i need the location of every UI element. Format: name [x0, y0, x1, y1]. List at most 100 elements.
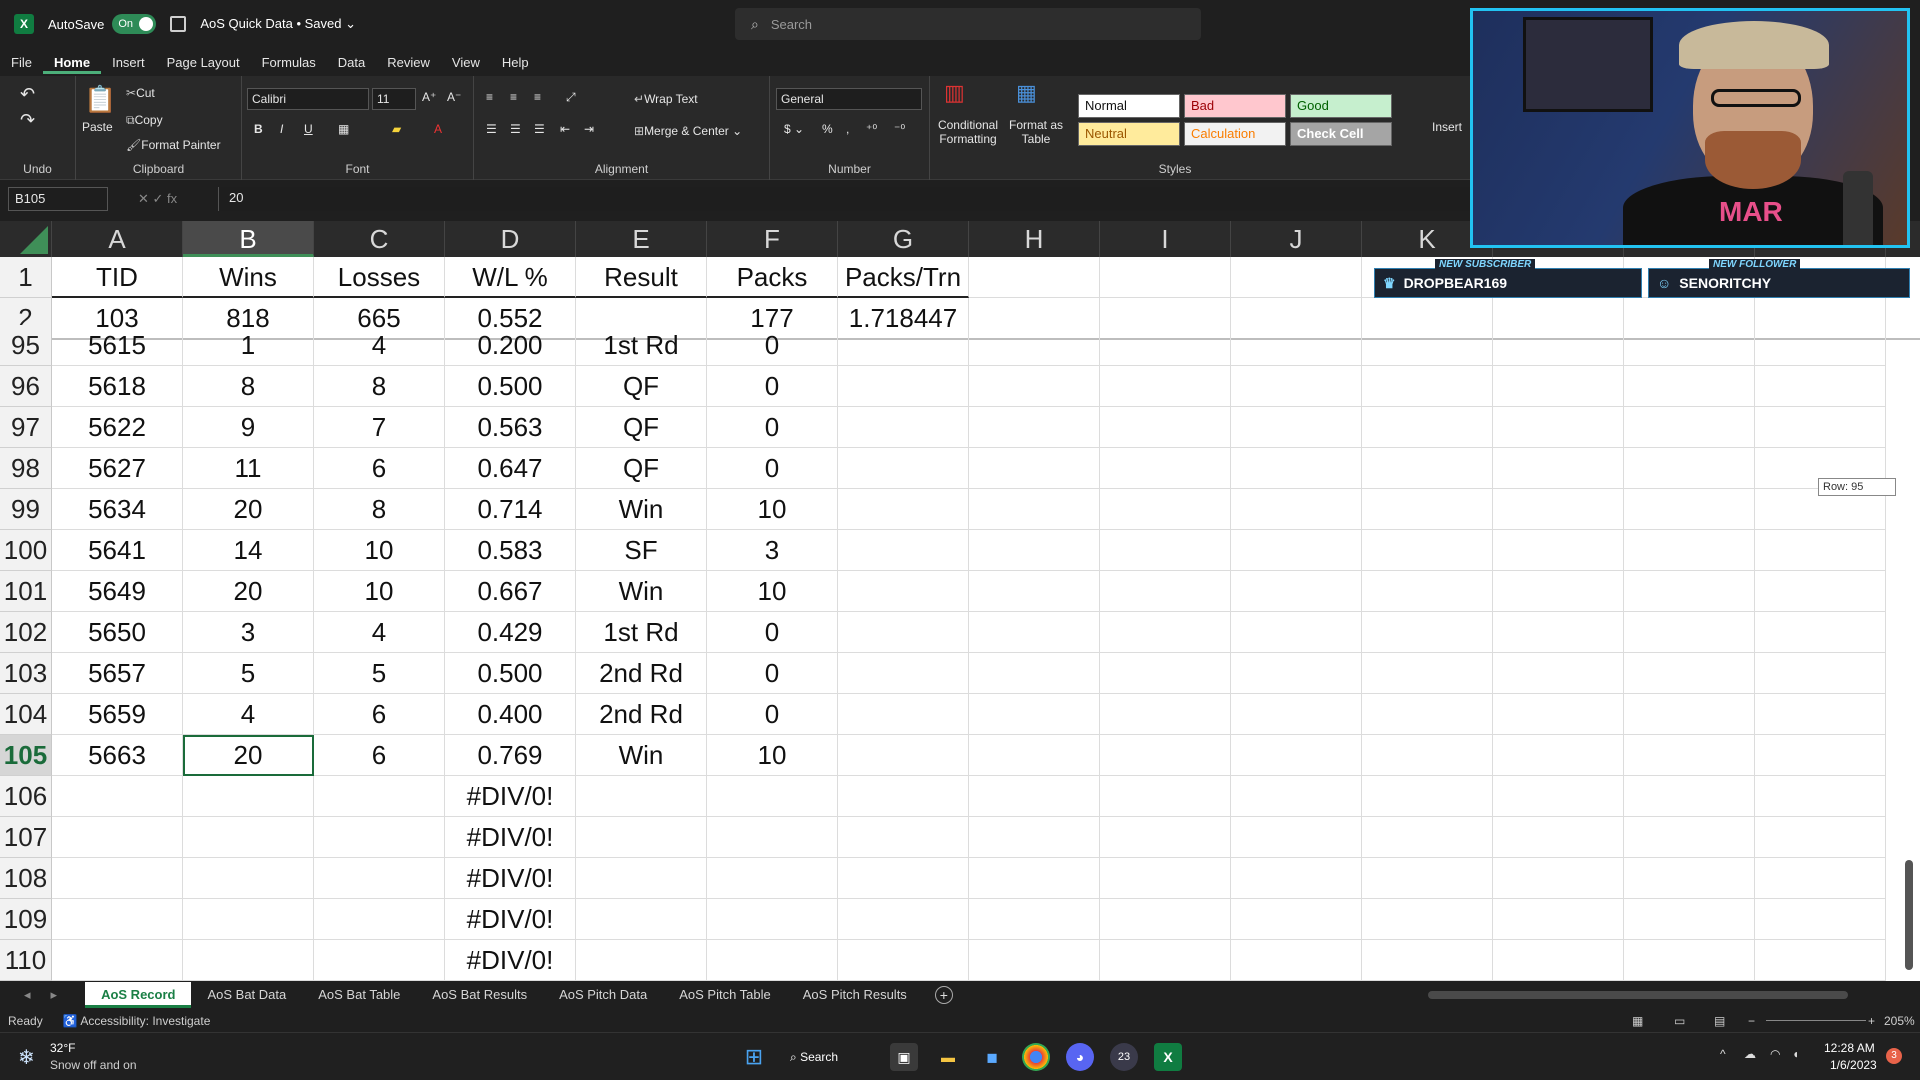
cell[interactable]: 5627 [52, 448, 183, 489]
copy-button[interactable]: ⧉ Copy [126, 113, 163, 128]
orientation-icon[interactable]: ⤢ [566, 90, 576, 105]
cell[interactable] [707, 899, 838, 940]
cell[interactable] [1100, 448, 1231, 489]
row-header[interactable]: 96 [0, 366, 52, 407]
cell[interactable]: 20 [183, 571, 314, 612]
cell[interactable] [707, 940, 838, 981]
cell[interactable] [1231, 612, 1362, 653]
cell[interactable]: 8 [183, 366, 314, 407]
cell[interactable]: Win [576, 735, 707, 776]
cell[interactable] [969, 325, 1100, 366]
cell[interactable] [969, 735, 1100, 776]
zoom-level[interactable]: 205% [1884, 1014, 1915, 1028]
percent-icon[interactable]: % [822, 122, 833, 136]
row-header[interactable]: 110 [0, 940, 52, 981]
cell[interactable] [838, 940, 969, 981]
cell[interactable]: Result [576, 257, 707, 298]
tab-formulas[interactable]: Formulas [251, 52, 327, 74]
cell[interactable]: 3 [183, 612, 314, 653]
cell[interactable] [1624, 489, 1755, 530]
cell[interactable]: 5650 [52, 612, 183, 653]
row-header[interactable]: 105 [0, 735, 52, 776]
cell[interactable] [969, 489, 1100, 530]
zoom-in-icon[interactable]: + [1868, 1014, 1875, 1028]
cell[interactable] [1100, 899, 1231, 940]
cell[interactable] [969, 571, 1100, 612]
cell[interactable] [1493, 940, 1624, 981]
cell[interactable]: #DIV/0! [445, 817, 576, 858]
cell[interactable] [969, 530, 1100, 571]
cell[interactable] [314, 776, 445, 817]
format-table-icon[interactable]: ▦ [1016, 80, 1037, 106]
cell[interactable] [1493, 325, 1624, 366]
decrease-indent-icon[interactable]: ⇤ [560, 122, 570, 136]
format-table-button[interactable]: Format as Table [1008, 118, 1064, 146]
cell[interactable] [838, 653, 969, 694]
sheet-tab-aos-bat-results[interactable]: AoS Bat Results [416, 982, 543, 1008]
number-format-select[interactable]: General [776, 88, 922, 110]
cell[interactable] [1362, 817, 1493, 858]
cell[interactable]: 20 [183, 489, 314, 530]
align-top-icon[interactable]: ≡ [486, 90, 493, 104]
cell[interactable]: 14 [183, 530, 314, 571]
tab-review[interactable]: Review [376, 52, 441, 74]
row-header[interactable]: 100 [0, 530, 52, 571]
font-color-icon[interactable]: A [434, 122, 442, 136]
conditional-formatting-icon[interactable]: ▥ [944, 80, 965, 106]
cell[interactable] [1624, 612, 1755, 653]
cell[interactable]: 5657 [52, 653, 183, 694]
onedrive-icon[interactable]: ☁ [1744, 1047, 1756, 1061]
tab-help[interactable]: Help [491, 52, 540, 74]
row-header[interactable]: 97 [0, 407, 52, 448]
merge-center-button[interactable]: ⊞ Merge & Center ⌄ [634, 124, 742, 138]
cell[interactable]: 10 [707, 735, 838, 776]
add-sheet-icon[interactable]: + [934, 986, 953, 1004]
column-header[interactable]: J [1231, 221, 1362, 257]
cell[interactable]: 10 [314, 530, 445, 571]
cell[interactable]: 0 [707, 366, 838, 407]
cell[interactable] [838, 612, 969, 653]
align-bottom-icon[interactable]: ≡ [534, 90, 541, 104]
format-painter-button[interactable]: 🖌 Format Painter [126, 138, 221, 152]
cell[interactable] [838, 899, 969, 940]
cell[interactable] [1362, 899, 1493, 940]
cell[interactable]: 10 [707, 489, 838, 530]
cell[interactable]: 0.583 [445, 530, 576, 571]
cell[interactable] [1755, 530, 1886, 571]
cell[interactable] [1493, 407, 1624, 448]
style-check-cell[interactable]: Check Cell [1290, 122, 1392, 146]
align-middle-icon[interactable]: ≡ [510, 90, 517, 104]
prev-sheet-icon[interactable]: ◂ [24, 987, 31, 1003]
cell[interactable] [52, 858, 183, 899]
row-header[interactable]: 99 [0, 489, 52, 530]
cell[interactable] [314, 940, 445, 981]
cell[interactable] [1493, 694, 1624, 735]
cell[interactable] [1624, 366, 1755, 407]
cell[interactable] [314, 817, 445, 858]
page-break-view-icon[interactable]: ▤ [1714, 1014, 1725, 1028]
cell[interactable] [1624, 653, 1755, 694]
tab-home[interactable]: Home [42, 52, 102, 74]
cell[interactable] [969, 940, 1100, 981]
cell[interactable] [1755, 407, 1886, 448]
cell[interactable]: 20 [183, 735, 314, 776]
app-23-icon[interactable]: 23 [1110, 1043, 1138, 1071]
cell[interactable]: 0 [707, 612, 838, 653]
select-all-corner[interactable] [0, 221, 52, 257]
cell[interactable] [838, 694, 969, 735]
cell[interactable] [1624, 899, 1755, 940]
cell[interactable] [1362, 694, 1493, 735]
italic-icon[interactable]: I [280, 122, 283, 136]
style-normal[interactable]: Normal [1078, 94, 1180, 118]
cell[interactable] [1100, 735, 1231, 776]
cell[interactable] [1362, 776, 1493, 817]
cell[interactable] [183, 858, 314, 899]
cell[interactable]: 5659 [52, 694, 183, 735]
cell[interactable] [1493, 735, 1624, 776]
cell[interactable]: #DIV/0! [445, 776, 576, 817]
row-header[interactable]: 104 [0, 694, 52, 735]
cell[interactable] [1362, 571, 1493, 612]
notification-badge[interactable]: 3 [1886, 1048, 1902, 1064]
cell[interactable]: QF [576, 366, 707, 407]
column-header[interactable]: C [314, 221, 445, 257]
